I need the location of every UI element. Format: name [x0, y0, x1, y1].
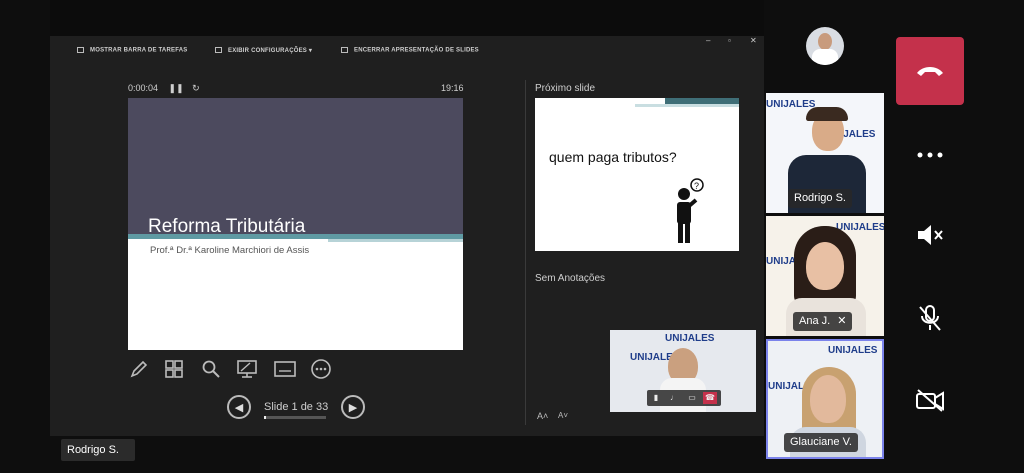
mic-off-icon [919, 305, 941, 331]
hangup-icon[interactable]: ☎ [703, 392, 717, 404]
next-slide-preview[interactable]: quem paga tributos? ? [535, 98, 739, 251]
close-button[interactable]: ✕ [750, 36, 757, 45]
next-slide-button[interactable]: ▶ [341, 395, 365, 419]
show-taskbar-button[interactable]: MOSTRAR BARRA DE TAREFAS [77, 47, 187, 54]
participant-name: Ana J. ✕ [793, 312, 853, 331]
presenter-name-tag: Rodrigo S. [61, 439, 135, 461]
decrease-font-icon[interactable]: A˅ [558, 411, 568, 420]
increase-font-icon[interactable]: A˄ [537, 411, 548, 421]
self-video-brand: UNIJALES [665, 333, 715, 344]
slide-counter: Slide 1 de 33 [264, 401, 329, 413]
participant-backdrop-brand: UNIJALES [766, 99, 816, 110]
camera-off-icon [916, 389, 944, 412]
slide-accent-bar-light [328, 239, 463, 242]
mic-off-icon: ✕ [837, 315, 847, 327]
display-icon [215, 47, 222, 54]
subtitles-icon[interactable] [273, 358, 297, 380]
end-slideshow-button[interactable]: ENCERRAR APRESENTAÇÃO DE SLIDES [341, 47, 479, 54]
avatar[interactable] [806, 27, 844, 65]
participant-face [810, 375, 846, 423]
elapsed-timer: 0:00:04 ❚❚ ↻ [128, 83, 200, 93]
presenter-toolbar: MOSTRAR BARRA DE TAREFAS EXIBIR CONFIGUR… [50, 36, 764, 66]
more-icon [917, 152, 943, 158]
phone-hangup-icon [917, 67, 943, 76]
next-slide-text: quem paga tributos? [549, 149, 677, 165]
microphone-button[interactable] [912, 300, 948, 336]
notes-label: Sem Anotações [535, 273, 606, 284]
speaker-muted-icon [918, 225, 943, 245]
next-slide-accent-light [635, 104, 739, 107]
chevron-left-icon: ◀ [234, 401, 244, 414]
display-settings-button[interactable]: EXIBIR CONFIGURAÇÕES ▾ [215, 47, 312, 54]
avatar-face [818, 33, 832, 50]
participant-name: Glauciane V. [784, 433, 858, 452]
clock: 19:16 [441, 83, 464, 93]
avatar-body [812, 49, 838, 65]
participant-name: Rodrigo S. [788, 189, 852, 208]
previous-slide-button[interactable]: ◀ [227, 395, 251, 419]
mic-icon[interactable]: ♩ [667, 392, 681, 404]
chevron-right-icon: ▶ [348, 401, 358, 414]
participant-card[interactable]: UNIJALES UNIJALES Glauciane V. [766, 339, 884, 459]
self-video-controls: ▮ ♩ ▭ ☎ [647, 390, 721, 406]
participant-backdrop-brand: UNIJALES [828, 345, 878, 356]
participant-card[interactable]: UNIJALES UNIJALES Ana J. ✕ [766, 216, 884, 336]
slide-subtitle: Prof.ª Dr.ª Karoline Marchiori de Assis [150, 245, 310, 256]
thinking-person-icon: ? [677, 178, 704, 243]
shared-screen-top [50, 0, 764, 36]
pointer-icon[interactable] [236, 358, 258, 380]
end-slideshow-icon [341, 47, 348, 53]
slide-progress-track [264, 416, 326, 419]
taskbar-icon [77, 47, 84, 53]
restore-button[interactable]: ▫ [728, 36, 731, 45]
svg-text:?: ? [694, 181, 699, 191]
participant-card[interactable]: UNIJALES UNIJALES Rodrigo S. [766, 93, 884, 213]
slide-title: Reforma Tributária [148, 216, 306, 237]
speaker-button[interactable] [912, 217, 948, 253]
pause-icon[interactable]: ❚❚ [169, 83, 184, 93]
pane-divider[interactable] [525, 80, 526, 425]
end-call-button[interactable] [896, 37, 964, 105]
next-slide-label: Próximo slide [535, 83, 596, 94]
camera-icon[interactable]: ▮ [649, 392, 663, 404]
minimize-button[interactable]: – [706, 36, 710, 45]
grid-icon[interactable] [163, 358, 185, 380]
restart-icon[interactable]: ↻ [192, 83, 200, 93]
more-options-button[interactable] [912, 137, 948, 173]
participant-face [806, 242, 844, 290]
pen-icon[interactable] [128, 358, 150, 380]
camera-button[interactable] [912, 382, 948, 418]
share-icon[interactable]: ▭ [685, 392, 699, 404]
slide-progress-fill [264, 416, 266, 419]
more-icon[interactable] [310, 358, 332, 380]
zoom-icon[interactable] [200, 358, 222, 380]
participant-hair [806, 107, 848, 121]
current-slide: Reforma Tributária Prof.ª Dr.ª Karoline … [128, 98, 463, 350]
